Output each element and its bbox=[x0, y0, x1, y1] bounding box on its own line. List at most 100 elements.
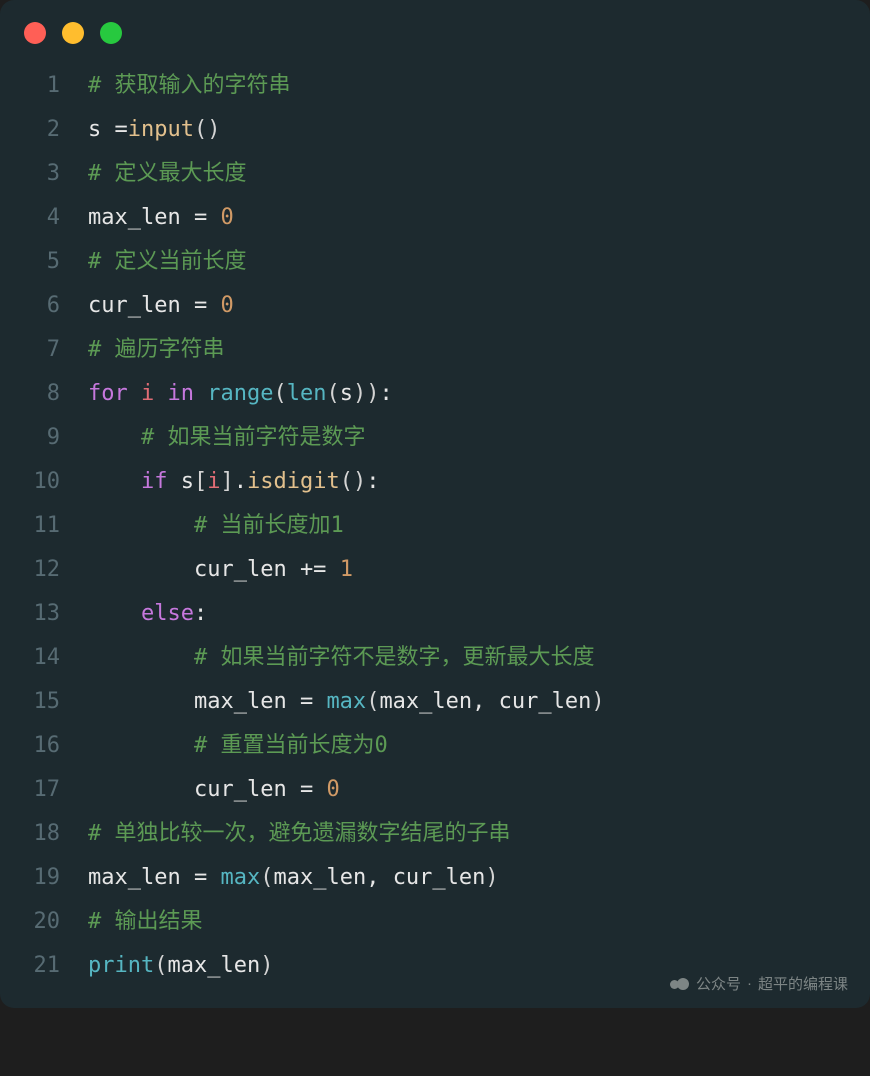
token: s bbox=[340, 381, 353, 406]
token: : bbox=[366, 469, 379, 494]
token: = bbox=[300, 777, 327, 802]
code-line: 13 else: bbox=[0, 592, 846, 636]
line-number: 15 bbox=[0, 680, 88, 724]
line-number: 13 bbox=[0, 592, 88, 636]
minimize-icon[interactable] bbox=[62, 22, 84, 44]
code-content: # 如果当前字符是数字 bbox=[88, 416, 846, 460]
token: = bbox=[194, 205, 221, 230]
code-line: 6cur_len = 0 bbox=[0, 284, 846, 328]
token: 0 bbox=[220, 205, 233, 230]
token: [ bbox=[194, 469, 207, 494]
code-content: # 如果当前字符不是数字，更新最大长度 bbox=[88, 636, 846, 680]
code-line: 3# 定义最大长度 bbox=[0, 152, 846, 196]
token: # 遍历字符串 bbox=[88, 337, 225, 362]
token: max_len bbox=[88, 865, 194, 890]
token: range bbox=[207, 381, 273, 406]
watermark: 公众号 · 超平的编程课 bbox=[670, 973, 848, 994]
code-content: cur_len += 1 bbox=[88, 548, 846, 592]
token: ( bbox=[154, 953, 167, 978]
line-number: 4 bbox=[0, 196, 88, 240]
token: # 当前长度加1 bbox=[194, 513, 344, 538]
token: ( bbox=[273, 381, 286, 406]
token: max_len bbox=[88, 205, 194, 230]
token: cur_len bbox=[499, 689, 592, 714]
token: # 重置当前长度为0 bbox=[194, 733, 388, 758]
code-line: 17 cur_len = 0 bbox=[0, 768, 846, 812]
code-line: 7# 遍历字符串 bbox=[0, 328, 846, 372]
token: i bbox=[207, 469, 220, 494]
code-line: 9 # 如果当前字符是数字 bbox=[0, 416, 846, 460]
code-line: 5# 定义当前长度 bbox=[0, 240, 846, 284]
code-content: # 获取输入的字符串 bbox=[88, 64, 846, 108]
token: max_len bbox=[167, 953, 260, 978]
code-line: 1# 获取输入的字符串 bbox=[0, 64, 846, 108]
token: cur_len bbox=[194, 557, 300, 582]
token: print bbox=[88, 953, 154, 978]
token: max_len bbox=[273, 865, 366, 890]
code-line: 20# 输出结果 bbox=[0, 900, 846, 944]
token: s bbox=[181, 469, 194, 494]
token bbox=[88, 777, 194, 802]
line-number: 20 bbox=[0, 900, 88, 944]
token: else bbox=[141, 601, 194, 626]
code-line: 16 # 重置当前长度为0 bbox=[0, 724, 846, 768]
code-content: # 当前长度加1 bbox=[88, 504, 846, 548]
watermark-name: 超平的编程课 bbox=[758, 973, 848, 994]
line-number: 18 bbox=[0, 812, 88, 856]
token: , bbox=[472, 689, 499, 714]
token: input bbox=[128, 117, 194, 142]
token bbox=[88, 689, 194, 714]
line-number: 9 bbox=[0, 416, 88, 460]
code-content: else: bbox=[88, 592, 846, 636]
token: cur_len bbox=[393, 865, 486, 890]
token bbox=[88, 601, 141, 626]
token: = bbox=[300, 689, 327, 714]
code-line: 14 # 如果当前字符不是数字，更新最大长度 bbox=[0, 636, 846, 680]
code-content: cur_len = 0 bbox=[88, 768, 846, 812]
line-number: 5 bbox=[0, 240, 88, 284]
code-content: max_len = 0 bbox=[88, 196, 846, 240]
token: ( bbox=[366, 689, 379, 714]
token: = bbox=[194, 865, 221, 890]
token: . bbox=[234, 469, 247, 494]
code-line: 18# 单独比较一次，避免遗漏数字结尾的子串 bbox=[0, 812, 846, 856]
code-line: 4max_len = 0 bbox=[0, 196, 846, 240]
code-content: for i in range(len(s)): bbox=[88, 372, 846, 416]
token: ) bbox=[485, 865, 498, 890]
token: 1 bbox=[340, 557, 353, 582]
line-number: 16 bbox=[0, 724, 88, 768]
code-content: max_len = max(max_len, cur_len) bbox=[88, 680, 846, 724]
code-line: 11 # 当前长度加1 bbox=[0, 504, 846, 548]
token: ] bbox=[220, 469, 233, 494]
code-line: 19max_len = max(max_len, cur_len) bbox=[0, 856, 846, 900]
token: # 输出结果 bbox=[88, 909, 203, 934]
wechat-icon bbox=[670, 976, 690, 992]
line-number: 11 bbox=[0, 504, 88, 548]
maximize-icon[interactable] bbox=[100, 22, 122, 44]
token: # 定义当前长度 bbox=[88, 249, 247, 274]
token bbox=[88, 425, 141, 450]
token: : bbox=[379, 381, 392, 406]
token: max bbox=[220, 865, 260, 890]
token: : bbox=[194, 601, 207, 626]
code-content: cur_len = 0 bbox=[88, 284, 846, 328]
line-number: 17 bbox=[0, 768, 88, 812]
watermark-dot: · bbox=[747, 975, 752, 992]
code-line: 8for i in range(len(s)): bbox=[0, 372, 846, 416]
code-area: 1# 获取输入的字符串2s =input()3# 定义最大长度4max_len … bbox=[0, 54, 870, 988]
close-icon[interactable] bbox=[24, 22, 46, 44]
code-content: # 重置当前长度为0 bbox=[88, 724, 846, 768]
token: max_len bbox=[379, 689, 472, 714]
token: () bbox=[194, 117, 221, 142]
titlebar bbox=[0, 0, 870, 54]
token: max_len bbox=[194, 689, 300, 714]
token: s bbox=[88, 117, 115, 142]
code-content: # 遍历字符串 bbox=[88, 328, 846, 372]
token: in bbox=[167, 381, 207, 406]
code-line: 12 cur_len += 1 bbox=[0, 548, 846, 592]
token: # 单独比较一次，避免遗漏数字结尾的子串 bbox=[88, 821, 511, 846]
line-number: 2 bbox=[0, 108, 88, 152]
token: # 定义最大长度 bbox=[88, 161, 247, 186]
code-line: 15 max_len = max(max_len, cur_len) bbox=[0, 680, 846, 724]
line-number: 19 bbox=[0, 856, 88, 900]
